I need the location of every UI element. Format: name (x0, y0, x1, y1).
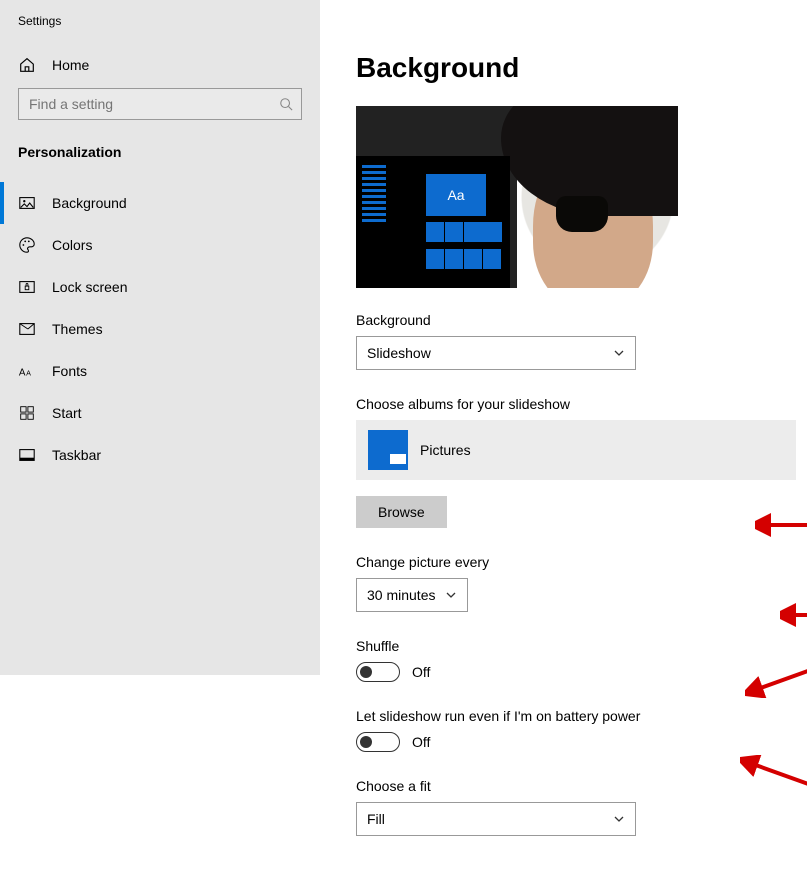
background-select-value: Slideshow (367, 345, 431, 361)
interval-label: Change picture every (356, 554, 807, 570)
sidebar-item-start[interactable]: Start (0, 392, 320, 434)
battery-label: Let slideshow run even if I'm on battery… (356, 708, 807, 724)
sidebar-item-label: Start (52, 405, 82, 421)
home-icon (18, 56, 36, 74)
chevron-down-icon (445, 589, 457, 601)
sidebar-section-label: Personalization (0, 144, 320, 182)
album-item[interactable]: Pictures (356, 420, 796, 480)
main-content: Background Aa Background Slideshow (320, 0, 807, 879)
preview-sample-text: Aa (426, 174, 486, 216)
nav-home[interactable]: Home (0, 46, 320, 88)
browse-button[interactable]: Browse (356, 496, 447, 528)
background-select[interactable]: Slideshow (356, 336, 636, 370)
nav-home-label: Home (52, 57, 89, 73)
sidebar-item-background[interactable]: Background (0, 182, 320, 224)
fit-label: Choose a fit (356, 778, 807, 794)
sidebar-item-themes[interactable]: Themes (0, 308, 320, 350)
sidebar-item-fonts[interactable]: AA Fonts (0, 350, 320, 392)
fonts-icon: AA (18, 362, 36, 380)
sidebar-item-label: Taskbar (52, 447, 101, 463)
sidebar-item-label: Colors (52, 237, 92, 253)
search-icon (279, 97, 293, 111)
interval-select-value: 30 minutes (367, 587, 435, 603)
chevron-down-icon (613, 813, 625, 825)
albums-label: Choose albums for your slideshow (356, 396, 807, 412)
sidebar-item-colors[interactable]: Colors (0, 224, 320, 266)
svg-text:A: A (19, 368, 26, 379)
palette-icon (18, 236, 36, 254)
lockscreen-icon (18, 278, 36, 296)
sidebar-item-label: Background (52, 195, 127, 211)
start-icon (18, 404, 36, 422)
search-input-container[interactable] (18, 88, 302, 120)
album-name: Pictures (420, 442, 471, 458)
taskbar-icon (18, 446, 36, 464)
folder-icon (368, 430, 408, 470)
picture-icon (18, 194, 36, 212)
search-input[interactable] (29, 96, 279, 112)
sidebar-item-label: Lock screen (52, 279, 127, 295)
sidebar: Settings Home Personalization Background… (0, 0, 320, 675)
annotation-arrow (755, 510, 807, 540)
background-select-label: Background (356, 312, 807, 328)
fit-select-value: Fill (367, 811, 385, 827)
shuffle-label: Shuffle (356, 638, 807, 654)
svg-text:A: A (26, 369, 31, 378)
sidebar-item-lock-screen[interactable]: Lock screen (0, 266, 320, 308)
themes-icon (18, 320, 36, 338)
preview-start-overlay: Aa (356, 156, 510, 288)
desktop-preview: Aa (356, 106, 678, 288)
battery-toggle[interactable] (356, 732, 400, 752)
sidebar-item-label: Fonts (52, 363, 87, 379)
sidebar-item-label: Themes (52, 321, 103, 337)
annotation-arrow (780, 600, 807, 630)
interval-select[interactable]: 30 minutes (356, 578, 468, 612)
battery-toggle-value: Off (412, 734, 430, 750)
chevron-down-icon (613, 347, 625, 359)
shuffle-toggle-value: Off (412, 664, 430, 680)
sidebar-item-taskbar[interactable]: Taskbar (0, 434, 320, 476)
fit-select[interactable]: Fill (356, 802, 636, 836)
page-title: Background (356, 52, 807, 84)
window-title: Settings (0, 14, 320, 46)
shuffle-toggle[interactable] (356, 662, 400, 682)
